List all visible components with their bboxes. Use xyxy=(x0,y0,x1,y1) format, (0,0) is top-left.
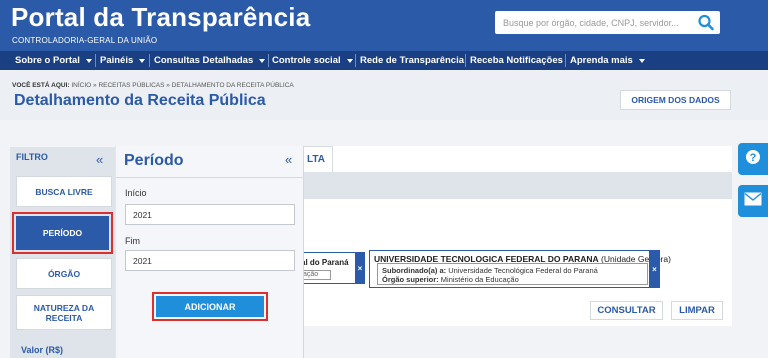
periodo-panel-title: Período xyxy=(124,152,184,169)
nav-item-label: Receba Notificações xyxy=(470,55,563,66)
nav-item-sobre-o-portal[interactable]: Sobre o Portal xyxy=(15,51,92,70)
nav-item-label: Controle social xyxy=(272,55,341,66)
nav-separator xyxy=(355,54,356,67)
search-input[interactable] xyxy=(495,11,695,34)
nav-item-label: Aprenda mais xyxy=(570,55,633,66)
help-button[interactable]: ? xyxy=(738,143,768,175)
nav-separator xyxy=(565,54,566,67)
chevron-down-icon xyxy=(259,58,266,63)
nav-item-aprenda-mais[interactable]: Aprenda mais xyxy=(570,51,645,70)
search-box xyxy=(495,11,720,34)
nav-item-controle-social[interactable]: Controle social xyxy=(272,51,353,70)
breadcrumb[interactable]: VOCÊ ESTÁ AQUI: INÍCIO » RECEITAS PÚBLIC… xyxy=(12,82,294,89)
inicio-input[interactable] xyxy=(125,204,295,225)
filter-title: FILTRO xyxy=(16,152,48,162)
chip-orgao-label: Órgão superior: xyxy=(382,275,439,284)
collapse-icon[interactable]: « xyxy=(96,153,103,166)
nav-separator xyxy=(465,54,466,67)
site-title[interactable]: Portal da Transparência xyxy=(11,2,310,33)
fim-input[interactable] xyxy=(125,250,295,271)
nav-item-label: Sobre o Portal xyxy=(15,55,80,66)
nav-item-label: Painéis xyxy=(100,55,134,66)
chevron-down-icon xyxy=(139,58,146,63)
filter-periodo[interactable]: PERÍODO xyxy=(16,216,109,250)
chip-orgao-value: Ministério da Educação xyxy=(440,275,519,284)
nav-item-consultas-detalhadas[interactable]: Consultas Detalhadas xyxy=(154,51,266,70)
page-title: Detalhamento da Receita Pública xyxy=(14,92,266,109)
filter-orgao[interactable]: ÓRGÃO xyxy=(16,258,112,289)
nav-item-receba-notificacoes[interactable]: Receba Notificações xyxy=(470,51,563,70)
chip-details: Subordinado(a) a: Universidade Tecnológi… xyxy=(377,263,648,285)
chip-close-icon[interactable]: × xyxy=(649,250,660,288)
breadcrumb-path[interactable]: INÍCIO » RECEITAS PÚBLICAS » DETALHAMENT… xyxy=(71,82,293,89)
chip-tag: ação xyxy=(301,270,331,280)
adicionar-button[interactable]: ADICIONAR xyxy=(156,296,264,317)
nav-separator xyxy=(95,54,96,67)
limpar-button[interactable]: LIMPAR xyxy=(671,301,723,320)
filter-valor[interactable]: Valor (R$) xyxy=(21,345,63,355)
panel-header-strip xyxy=(300,172,732,199)
nav-item-label: Consultas Detalhadas xyxy=(154,55,254,66)
chevron-down-icon xyxy=(346,58,353,63)
inicio-label: Início xyxy=(125,188,147,198)
svg-text:?: ? xyxy=(750,152,757,164)
nav-item-paineis[interactable]: Painéis xyxy=(100,51,146,70)
origem-dos-dados-button[interactable]: ORIGEM DOS DADOS xyxy=(620,90,731,110)
nav-item-label: Rede de Transparência xyxy=(360,55,465,66)
nav-separator xyxy=(149,54,150,67)
fim-label: Fim xyxy=(125,236,140,246)
main-nav: Sobre o Portal Painéis Consultas Detalha… xyxy=(0,51,768,70)
chip-subordinado-value: Universidade Tecnológica Federal do Para… xyxy=(448,266,598,275)
site-subtitle: CONTROLADORIA-GERAL DA UNIÃO xyxy=(12,36,158,45)
chip-close-icon[interactable]: × xyxy=(355,252,365,284)
chip-subordinado-label: Subordinado(a) a: xyxy=(382,266,447,275)
contact-button[interactable] xyxy=(738,185,768,217)
collapse-icon[interactable]: « xyxy=(285,153,292,166)
chevron-down-icon xyxy=(85,58,92,63)
nav-item-rede-de-transparencia[interactable]: Rede de Transparência xyxy=(360,51,464,70)
envelope-icon xyxy=(744,192,762,211)
question-icon: ? xyxy=(745,149,761,170)
filter-natureza-da-receita[interactable]: NATUREZA DA RECEITA xyxy=(16,295,112,330)
chip-title: al do Paraná xyxy=(301,258,349,267)
tab-consulta[interactable]: LTA xyxy=(300,146,333,172)
filter-busca-livre[interactable]: BUSCA LIVRE xyxy=(16,176,112,207)
divider xyxy=(116,177,303,178)
search-icon[interactable] xyxy=(697,14,715,31)
chevron-down-icon xyxy=(638,58,645,63)
nav-separator xyxy=(268,54,269,67)
chip-subordinado-line: Subordinado(a) a: Universidade Tecnológi… xyxy=(382,266,598,275)
breadcrumb-prefix: VOCÊ ESTÁ AQUI: xyxy=(12,82,70,89)
chip-orgao-line: Órgão superior: Ministério da Educação xyxy=(382,275,519,284)
consultar-button[interactable]: CONSULTAR xyxy=(590,301,663,320)
